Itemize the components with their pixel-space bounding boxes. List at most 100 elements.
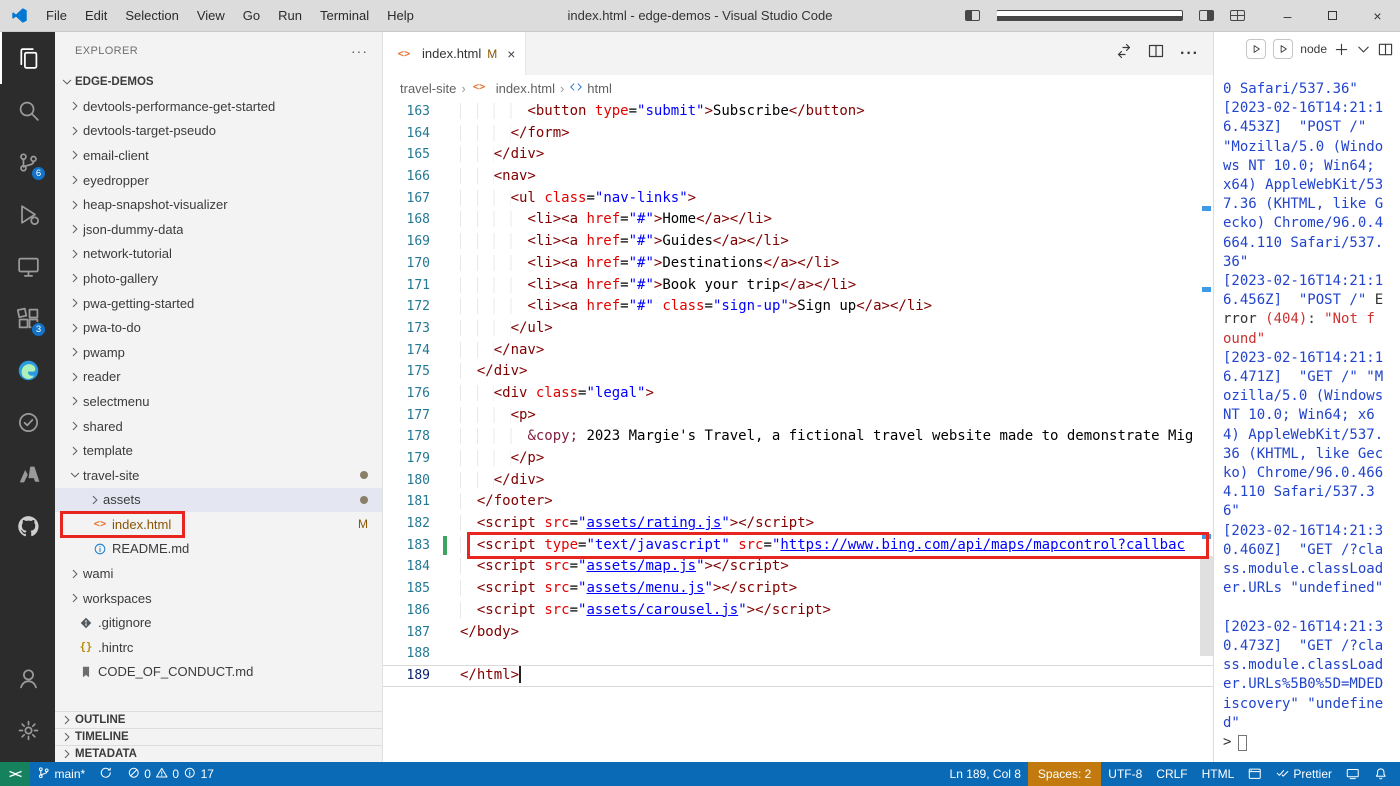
line-number-165[interactable]: 165 [383, 144, 460, 166]
line-number-187[interactable]: 187 [383, 622, 460, 644]
timeline-section[interactable]: TIMELINE [55, 728, 382, 745]
run-and-debug-icon[interactable] [0, 188, 55, 240]
line-number-168[interactable]: 168 [383, 209, 460, 231]
editor-scrollbar[interactable] [1200, 101, 1213, 762]
menu-edit[interactable]: Edit [76, 0, 116, 31]
line-number-167[interactable]: 167 [383, 188, 460, 210]
line-number-173[interactable]: 173 [383, 318, 460, 340]
tree-item-reader[interactable]: reader [55, 365, 382, 390]
line-number-189[interactable]: 189 [383, 665, 460, 687]
menu-help[interactable]: Help [378, 0, 423, 31]
indentation-status[interactable]: Spaces: 2 [1028, 762, 1101, 786]
eol-status[interactable]: CRLF [1149, 762, 1194, 786]
tree-item-email-client[interactable]: email-client [55, 143, 382, 168]
code-line-188[interactable]: 188 [383, 643, 1213, 665]
sync-button[interactable] [92, 762, 120, 786]
browser-preview-icon[interactable] [1241, 762, 1269, 786]
remote-indicator[interactable]: >< [0, 762, 30, 786]
breadcrumb-file[interactable]: <> index.html [471, 81, 555, 96]
tree-item-pwa-to-do[interactable]: pwa-to-do [55, 315, 382, 340]
line-number-169[interactable]: 169 [383, 231, 460, 253]
code-line-185[interactable]: 185 <script src="assets/menu.js"></scrip… [383, 578, 1213, 600]
code-line-168[interactable]: 168 <li><a href="#">Home</a></li> [383, 209, 1213, 231]
tree-item-.hintrc[interactable]: {}.hintrc [55, 635, 382, 660]
tree-item-README.md[interactable]: README.md [55, 537, 382, 562]
code-line-177[interactable]: 177 <p> [383, 405, 1213, 427]
line-number-181[interactable]: 181 [383, 491, 460, 513]
customize-layout-icon[interactable] [1230, 10, 1245, 21]
code-line-186[interactable]: 186 <script src="assets/carousel.js"></s… [383, 600, 1213, 622]
code-line-180[interactable]: 180 </div> [383, 470, 1213, 492]
tree-item-shared[interactable]: shared [55, 414, 382, 439]
maximize-button[interactable] [1310, 0, 1355, 31]
scrollbar-thumb[interactable] [1200, 556, 1213, 656]
code-line-167[interactable]: 167 <ul class="nav-links"> [383, 188, 1213, 210]
code-line-178[interactable]: 178 &copy; 2023 Margie's Travel, a ficti… [383, 426, 1213, 448]
workspace-root-folder[interactable]: EDGE-DEMOS [55, 70, 382, 94]
tab-close-icon[interactable]: × [507, 46, 515, 62]
menu-run[interactable]: Run [269, 0, 311, 31]
explorer-more-actions-icon[interactable]: ··· [351, 43, 368, 59]
code-line-166[interactable]: 166 <nav> [383, 166, 1213, 188]
editor-more-actions-icon[interactable]: ··· [1180, 45, 1199, 63]
line-number-176[interactable]: 176 [383, 383, 460, 405]
line-number-174[interactable]: 174 [383, 340, 460, 362]
tree-item-devtools-target-pseudo[interactable]: devtools-target-pseudo [55, 119, 382, 144]
code-line-171[interactable]: 171 <li><a href="#">Book your trip</a></… [383, 275, 1213, 297]
cursor-position-status[interactable]: Ln 189, Col 8 [943, 762, 1028, 786]
close-button[interactable]: × [1355, 0, 1400, 31]
tree-item-json-dummy-data[interactable]: json-dummy-data [55, 217, 382, 242]
code-line-164[interactable]: 164 </form> [383, 123, 1213, 145]
testing-icon[interactable] [0, 396, 55, 448]
terminal-tab-label[interactable]: node [1300, 42, 1327, 56]
line-number-177[interactable]: 177 [383, 405, 460, 427]
extensions-icon[interactable]: 3 [0, 292, 55, 344]
toggle-panel-icon[interactable] [996, 10, 1183, 21]
code-line-170[interactable]: 170 <li><a href="#">Destinations</a></li… [383, 253, 1213, 275]
line-number-182[interactable]: 182 [383, 513, 460, 535]
toggle-primary-sidebar-icon[interactable] [965, 10, 980, 21]
terminal-output[interactable]: 0 Safari/537.36"[2023-02-16T14:21:16.453… [1214, 66, 1400, 762]
settings-icon[interactable] [0, 704, 55, 756]
open-changes-icon[interactable] [1116, 43, 1132, 64]
line-number-171[interactable]: 171 [383, 275, 460, 297]
tree-item-travel-site[interactable]: travel-site [55, 463, 382, 488]
github-icon[interactable] [0, 500, 55, 552]
outline-section[interactable]: OUTLINE [55, 711, 382, 728]
search-icon[interactable] [0, 84, 55, 136]
code-line-189[interactable]: 189</html> [383, 665, 1213, 687]
code-line-182[interactable]: 182 <script src="assets/rating.js"></scr… [383, 513, 1213, 535]
breadcrumb-folder[interactable]: travel-site [400, 81, 456, 96]
line-number-186[interactable]: 186 [383, 600, 460, 622]
menu-selection[interactable]: Selection [116, 0, 187, 31]
code-line-187[interactable]: 187</body> [383, 622, 1213, 644]
branch-status[interactable]: main* [30, 762, 92, 786]
tree-item-wami[interactable]: wami [55, 561, 382, 586]
tree-item-devtools-performance-get-started[interactable]: devtools-performance-get-started [55, 94, 382, 119]
line-number-172[interactable]: 172 [383, 296, 460, 318]
tree-item-template[interactable]: template [55, 438, 382, 463]
menu-file[interactable]: File [37, 0, 76, 31]
breadcrumb-symbol[interactable]: html [569, 80, 612, 97]
problems-status[interactable]: 0 0 17 [120, 762, 221, 786]
code-line-165[interactable]: 165 </div> [383, 144, 1213, 166]
menu-go[interactable]: Go [234, 0, 269, 31]
line-number-166[interactable]: 166 [383, 166, 460, 188]
code-line-172[interactable]: 172 <li><a href="#" class="sign-up">Sign… [383, 296, 1213, 318]
code-line-176[interactable]: 176 <div class="legal"> [383, 383, 1213, 405]
toggle-secondary-sidebar-icon[interactable] [1199, 10, 1214, 21]
new-terminal-icon[interactable] [1334, 42, 1349, 57]
screencast-icon[interactable] [1339, 762, 1367, 786]
line-number-163[interactable]: 163 [383, 101, 460, 123]
azure-icon[interactable] [0, 448, 55, 500]
tab-index-html[interactable]: <> index.html M × [383, 32, 526, 75]
remote-explorer-icon[interactable] [0, 240, 55, 292]
explorer-icon[interactable] [0, 32, 55, 84]
tree-item-network-tutorial[interactable]: network-tutorial [55, 242, 382, 267]
code-line-179[interactable]: 179 </p> [383, 448, 1213, 470]
code-editor[interactable]: 163 <button type="submit">Subscribe</but… [383, 101, 1213, 762]
tree-item-eyedropper[interactable]: eyedropper [55, 168, 382, 193]
tree-item-heap-snapshot-visualizer[interactable]: heap-snapshot-visualizer [55, 192, 382, 217]
menu-terminal[interactable]: Terminal [311, 0, 378, 31]
split-editor-icon[interactable] [1148, 43, 1164, 64]
